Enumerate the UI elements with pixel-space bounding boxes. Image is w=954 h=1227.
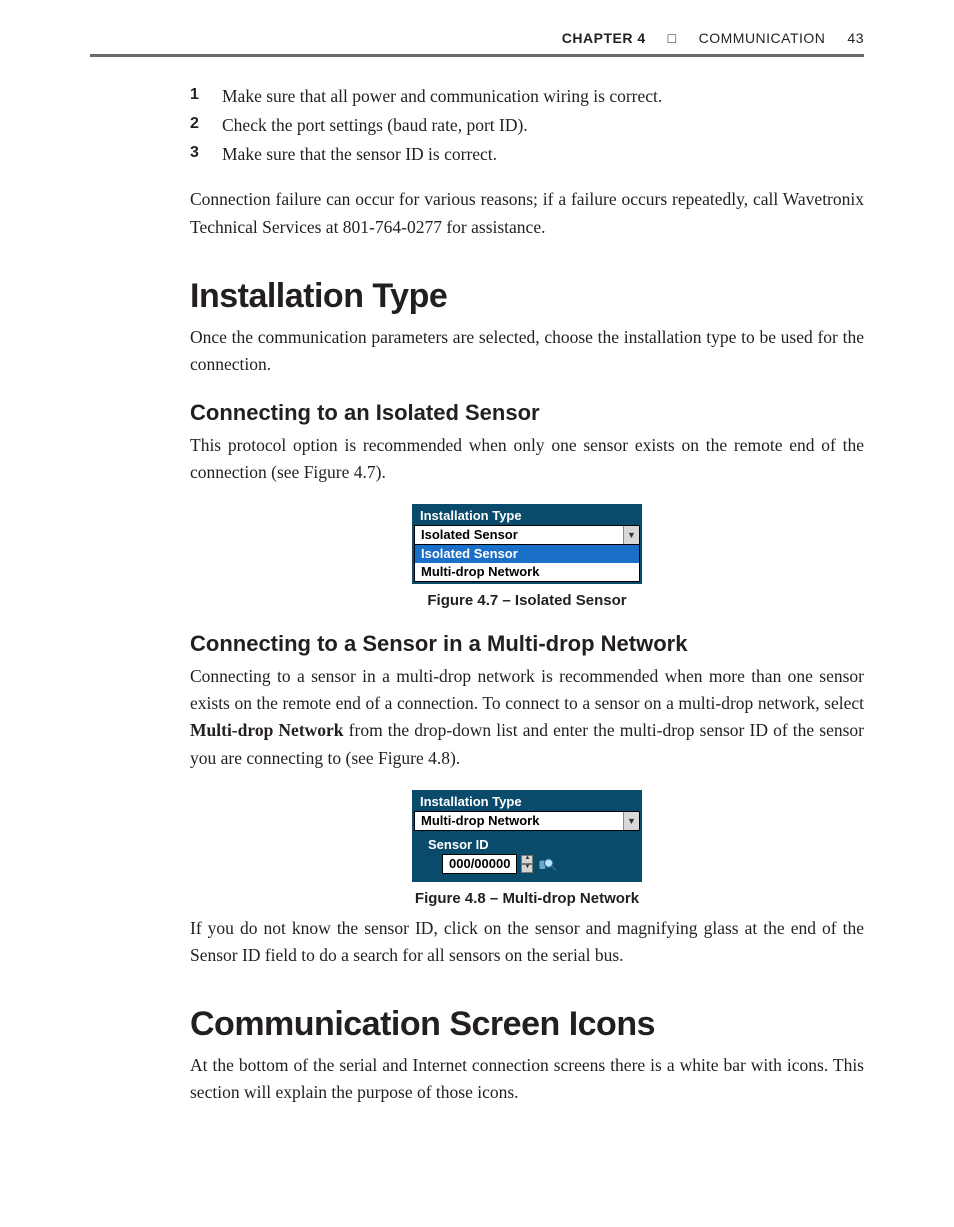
installation-type-para: Once the communication parameters are se… bbox=[190, 324, 864, 378]
comm-icons-heading: Communication Screen Icons bbox=[190, 1005, 864, 1044]
step-number: 1 bbox=[190, 83, 204, 110]
numbered-steps: 1 Make sure that all power and communica… bbox=[190, 83, 864, 168]
isolated-sensor-para: This protocol option is recommended when… bbox=[190, 432, 864, 486]
sensor-id-row: 000/00000 ▲ ▼ bbox=[414, 854, 640, 874]
spinner-up-icon[interactable]: ▲ bbox=[521, 855, 533, 864]
step-item: 1 Make sure that all power and communica… bbox=[190, 83, 864, 110]
installation-type-panel: Installation Type Isolated Sensor ▼ Isol… bbox=[412, 504, 642, 584]
step-item: 2 Check the port settings (baud rate, po… bbox=[190, 112, 864, 139]
dropdown-list: Isolated Sensor Multi-drop Network bbox=[414, 545, 640, 582]
step-number: 2 bbox=[190, 112, 204, 139]
spinner-down-icon[interactable]: ▼ bbox=[521, 864, 533, 873]
step-text: Check the port settings (baud rate, port… bbox=[222, 112, 528, 139]
page: CHAPTER 4 □ COMMUNICATION 43 1 Make sure… bbox=[0, 0, 954, 1184]
panel-title: Installation Type bbox=[414, 506, 640, 525]
square-glyph: □ bbox=[668, 30, 677, 46]
installation-type-heading: Installation Type bbox=[190, 277, 864, 316]
figure-caption: Figure 4.7 – Isolated Sensor bbox=[427, 592, 626, 609]
chevron-down-icon: ▼ bbox=[623, 526, 639, 544]
panel-title: Installation Type bbox=[414, 792, 640, 811]
page-number: 43 bbox=[847, 30, 864, 46]
figure-4-7: Installation Type Isolated Sensor ▼ Isol… bbox=[190, 504, 864, 609]
magnifying-glass-icon bbox=[537, 854, 557, 874]
dropdown-option-multidrop[interactable]: Multi-drop Network bbox=[415, 563, 639, 581]
running-header: CHAPTER 4 □ COMMUNICATION 43 bbox=[90, 30, 864, 54]
search-paragraph: If you do not know the sensor ID, click … bbox=[190, 915, 864, 969]
dropdown-option-isolated[interactable]: Isolated Sensor bbox=[415, 545, 639, 563]
chapter-label: CHAPTER 4 bbox=[562, 30, 646, 46]
step-text: Make sure that all power and communicati… bbox=[222, 83, 662, 110]
dropdown-value: Isolated Sensor bbox=[415, 526, 623, 544]
multidrop-heading: Connecting to a Sensor in a Multi-drop N… bbox=[190, 631, 864, 657]
chevron-down-icon: ▼ bbox=[623, 812, 639, 830]
isolated-sensor-heading: Connecting to an Isolated Sensor bbox=[190, 400, 864, 426]
step-number: 3 bbox=[190, 141, 204, 168]
dropdown-value: Multi-drop Network bbox=[415, 812, 623, 830]
header-rule bbox=[90, 54, 864, 57]
step-text: Make sure that the sensor ID is correct. bbox=[222, 141, 497, 168]
installation-type-panel-multi: Installation Type Multi-drop Network ▼ S… bbox=[412, 790, 642, 882]
figure-4-8: Installation Type Multi-drop Network ▼ S… bbox=[190, 790, 864, 907]
step-item: 3 Make sure that the sensor ID is correc… bbox=[190, 141, 864, 168]
figure-caption: Figure 4.8 – Multi-drop Network bbox=[415, 890, 639, 907]
multidrop-bold: Multi-drop Network bbox=[190, 720, 344, 740]
installation-type-dropdown[interactable]: Multi-drop Network ▼ bbox=[414, 811, 640, 831]
multidrop-text-pre: Connecting to a sensor in a multi-drop n… bbox=[190, 666, 864, 713]
sensor-id-input[interactable]: 000/00000 bbox=[442, 854, 517, 874]
content-area: 1 Make sure that all power and communica… bbox=[90, 83, 864, 1106]
sensor-id-label: Sensor ID bbox=[414, 831, 640, 854]
comm-icons-para: At the bottom of the serial and Internet… bbox=[190, 1052, 864, 1106]
failure-paragraph: Connection failure can occur for various… bbox=[190, 186, 864, 240]
search-sensor-button[interactable] bbox=[537, 854, 557, 874]
sensor-id-spinner[interactable]: ▲ ▼ bbox=[521, 855, 533, 873]
installation-type-dropdown[interactable]: Isolated Sensor ▼ bbox=[414, 525, 640, 545]
multidrop-para: Connecting to a sensor in a multi-drop n… bbox=[190, 663, 864, 772]
chapter-title: COMMUNICATION bbox=[699, 30, 826, 46]
